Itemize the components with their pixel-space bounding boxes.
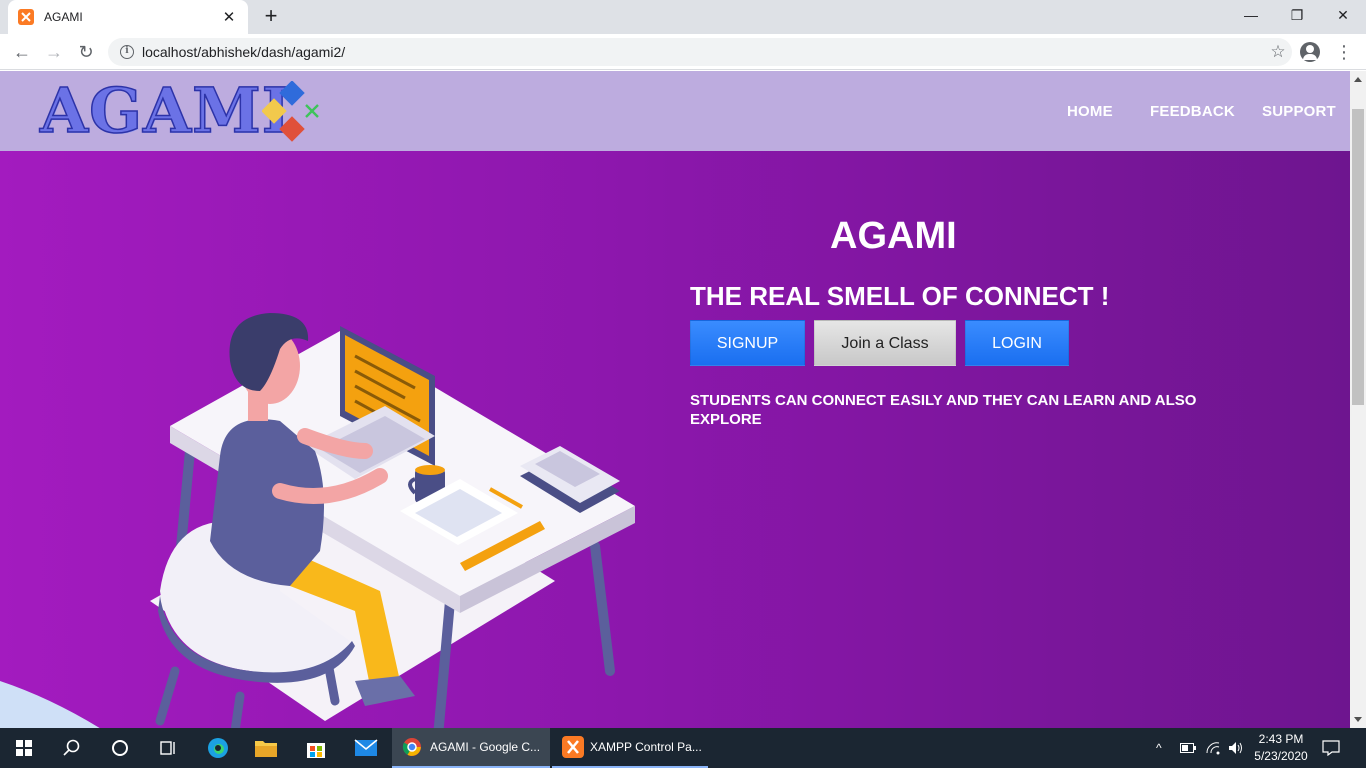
- hero-title: AGAMI: [830, 215, 957, 257]
- address-url[interactable]: localhost/abhishek/dash/agami2/: [142, 44, 1264, 60]
- taskbar-xampp-app[interactable]: XAMPP Control Pa...: [552, 728, 708, 768]
- site-info-icon[interactable]: i: [120, 45, 134, 59]
- hero-description: STUDENTS CAN CONNECT EASILY AND THEY CAN…: [690, 392, 1197, 428]
- logo-diamonds-icon: [262, 81, 319, 142]
- wifi-icon[interactable]: [1205, 728, 1223, 768]
- profile-icon[interactable]: [1300, 42, 1320, 62]
- window-close-icon[interactable]: ✕: [1320, 0, 1366, 30]
- page-scrollbar[interactable]: [1350, 71, 1366, 728]
- page-viewport: AGAMI HOME FEEDBACK SUPPORT AGAMI THE RE…: [0, 71, 1350, 728]
- battery-icon[interactable]: [1180, 728, 1198, 768]
- student-desk-illustration: [150, 313, 635, 728]
- mail-icon[interactable]: [342, 728, 390, 768]
- windows-taskbar: AGAMI - Google C... XAMPP Control Pa... …: [0, 728, 1366, 768]
- xampp-favicon-icon: [18, 9, 34, 25]
- hero-section: AGAMI THE REAL SMELL OF CONNECT ! SIGNUP…: [0, 151, 1350, 728]
- edge-browser-icon[interactable]: [194, 728, 242, 768]
- chrome-icon: [402, 738, 421, 756]
- hero-tagline: THE REAL SMELL OF CONNECT !: [690, 281, 1110, 311]
- system-clock[interactable]: 2:43 PM 5/23/2020: [1246, 731, 1316, 765]
- taskbar-xampp-label: XAMPP Control Pa...: [590, 740, 702, 754]
- xampp-icon: [562, 736, 584, 758]
- back-icon[interactable]: ←: [8, 38, 36, 66]
- taskbar-chrome-app[interactable]: AGAMI - Google C...: [392, 728, 550, 768]
- browser-toolbar: ← → ↻ i localhost/abhishek/dash/agami2/ …: [0, 34, 1366, 70]
- clock-date: 5/23/2020: [1254, 749, 1308, 763]
- address-bar[interactable]: i localhost/abhishek/dash/agami2/ ☆: [108, 38, 1292, 66]
- cortana-icon[interactable]: [96, 728, 144, 768]
- corner-decoration: [0, 681, 100, 728]
- file-explorer-icon[interactable]: [242, 728, 290, 768]
- scroll-up-icon[interactable]: [1354, 77, 1362, 82]
- browser-tab[interactable]: AGAMI ✕: [8, 0, 248, 34]
- tab-close-icon[interactable]: ✕: [220, 8, 238, 26]
- scrollbar-thumb[interactable]: [1352, 109, 1364, 405]
- menu-kebab-icon[interactable]: ⋮: [1334, 38, 1354, 66]
- bookmark-star-icon[interactable]: ☆: [1264, 42, 1292, 62]
- tab-title: AGAMI: [44, 10, 83, 24]
- site-logo[interactable]: AGAMI: [39, 78, 292, 144]
- site-navbar: AGAMI HOME FEEDBACK SUPPORT: [0, 71, 1350, 151]
- forward-icon[interactable]: →: [40, 38, 68, 66]
- windows-start-icon[interactable]: [0, 728, 48, 768]
- tray-chevron-icon[interactable]: ^: [1156, 728, 1174, 768]
- task-view-icon[interactable]: [144, 728, 192, 768]
- taskbar-chrome-label: AGAMI - Google C...: [430, 740, 541, 754]
- browser-tabstrip: AGAMI ✕ + — ❐ ✕: [0, 0, 1366, 34]
- nav-support-link[interactable]: SUPPORT: [1262, 103, 1336, 120]
- scroll-down-icon[interactable]: [1354, 717, 1362, 722]
- join-class-button[interactable]: Join a Class: [814, 320, 956, 366]
- reload-icon[interactable]: ↻: [72, 38, 100, 66]
- store-icon[interactable]: [292, 728, 340, 768]
- clock-time: 2:43 PM: [1258, 732, 1304, 746]
- nav-feedback-link[interactable]: FEEDBACK: [1150, 103, 1235, 120]
- login-button[interactable]: LOGIN: [965, 320, 1069, 366]
- minimize-icon[interactable]: —: [1228, 0, 1274, 30]
- signup-button[interactable]: SIGNUP: [690, 320, 805, 366]
- nav-home-link[interactable]: HOME: [1067, 103, 1113, 120]
- notifications-icon[interactable]: [1322, 728, 1346, 768]
- volume-icon[interactable]: [1228, 728, 1246, 768]
- new-tab-button[interactable]: +: [258, 4, 284, 30]
- restore-icon[interactable]: ❐: [1274, 0, 1320, 30]
- search-icon[interactable]: [48, 728, 96, 768]
